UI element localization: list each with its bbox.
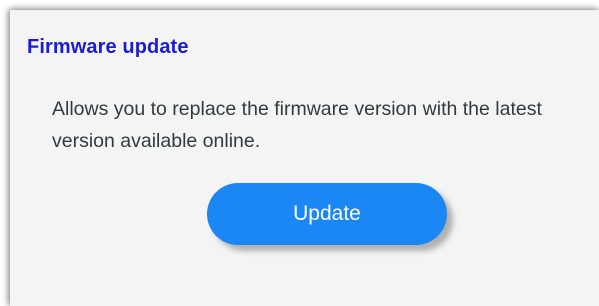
firmware-update-panel: Firmware update Allows you to replace th… — [10, 10, 599, 306]
section-title: Firmware update — [27, 36, 189, 58]
section-description: Allows you to replace the firmware versi… — [52, 98, 542, 152]
update-button[interactable]: Update — [207, 183, 447, 245]
